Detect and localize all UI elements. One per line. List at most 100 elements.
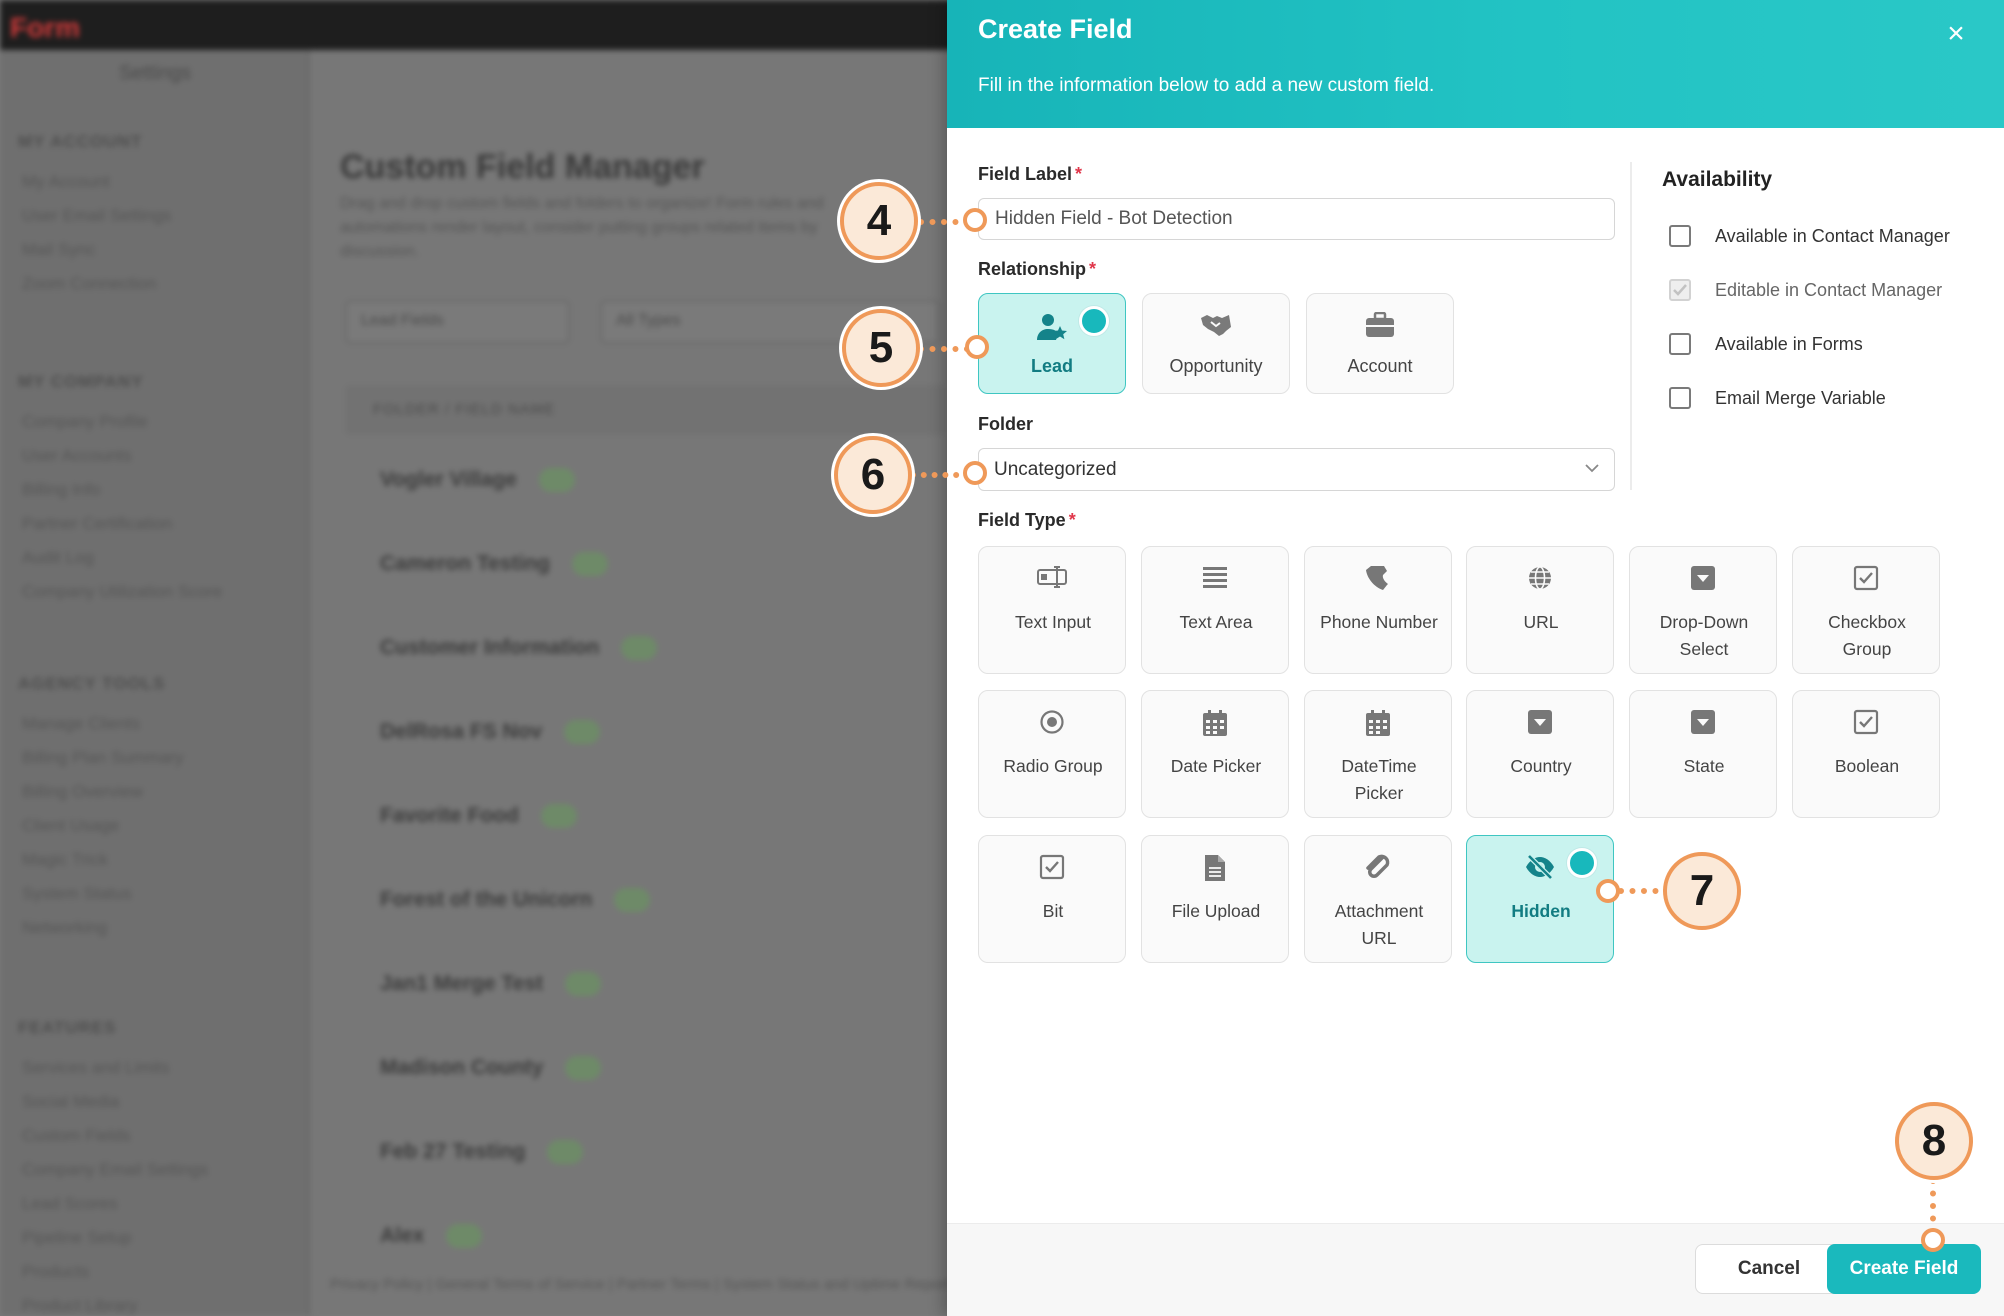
- field-type-text-input[interactable]: Text Input: [978, 546, 1126, 674]
- page-description: Drag and drop custom fields and folders …: [340, 195, 824, 260]
- field-type-drop-down-select[interactable]: Drop-Down Select: [1629, 546, 1777, 674]
- checkbox-label: Email Merge Variable: [1715, 388, 1886, 408]
- field-label-input[interactable]: [978, 198, 1615, 240]
- sidebar-section-title[interactable]: MY ACCOUNT: [18, 132, 142, 152]
- checkbox-label: Editable in Contact Manager: [1715, 280, 1943, 300]
- field-type-radio-group[interactable]: Radio Group: [978, 690, 1126, 818]
- callout-anchor: [963, 208, 987, 232]
- sidebar-link[interactable]: Networking: [22, 918, 107, 938]
- table-row[interactable]: Forest of the Unicorn: [380, 888, 651, 913]
- sidebar-link[interactable]: Social Media: [22, 1092, 119, 1112]
- field-type-text-area[interactable]: Text Area: [1141, 546, 1289, 674]
- sidebar-link[interactable]: Services and Limits: [22, 1058, 169, 1078]
- sidebar-link[interactable]: Custom Fields: [22, 1126, 131, 1146]
- sidebar-link[interactable]: Billing Plan Summary: [22, 748, 184, 768]
- sidebar-link[interactable]: Company Email Settings: [22, 1160, 208, 1180]
- field-type-datetime-picker[interactable]: DateTime Picker: [1304, 690, 1452, 818]
- field-type-boolean[interactable]: Boolean: [1792, 690, 1940, 818]
- sidebar-link[interactable]: Zoom Connection: [22, 274, 156, 294]
- sidebar-link[interactable]: Magic Trick: [22, 850, 108, 870]
- sidebar-link[interactable]: User Accounts: [22, 446, 132, 466]
- row-count-badge: [446, 1224, 483, 1249]
- sidebar-link[interactable]: Partner Certification: [22, 514, 172, 534]
- table-row[interactable]: Feb 27 Testing: [380, 1140, 584, 1165]
- sidebar-link[interactable]: Products: [22, 1262, 89, 1282]
- field-type-attachment-url[interactable]: Attachment URL: [1304, 835, 1452, 963]
- row-folder-name: Alex: [380, 1224, 425, 1247]
- relationship-account[interactable]: Account: [1306, 293, 1454, 394]
- field-type-hidden[interactable]: Hidden: [1466, 835, 1614, 963]
- field-type-url[interactable]: URL: [1466, 546, 1614, 674]
- field-type-label: Boolean: [1834, 756, 1900, 776]
- sidebar-link[interactable]: My Account: [22, 172, 110, 192]
- checkbox-box[interactable]: [1669, 333, 1691, 355]
- app-logo: Form: [10, 12, 80, 43]
- table-row[interactable]: Madison County: [380, 1056, 602, 1081]
- sidebar-link[interactable]: Lead Scores: [22, 1194, 117, 1214]
- lines-icon: [1142, 565, 1288, 595]
- sidebar-link[interactable]: Pipeline Setup: [22, 1228, 132, 1248]
- row-count-badge: [614, 888, 651, 913]
- row-folder-name: Vogler Village: [380, 468, 517, 491]
- folder-select[interactable]: Uncategorized: [978, 448, 1615, 491]
- field-type-phone-number[interactable]: Phone Number: [1304, 546, 1452, 674]
- field-type-file-upload[interactable]: File Upload: [1141, 835, 1289, 963]
- handshake-icon: [1143, 312, 1289, 342]
- sidebar-link[interactable]: Manage Clients: [22, 714, 140, 734]
- sidebar-link[interactable]: Mail Sync: [22, 240, 96, 260]
- table-row[interactable]: Customer Information: [380, 636, 658, 661]
- cancel-button[interactable]: Cancel: [1695, 1244, 1843, 1294]
- field-type-label: Attachment URL: [1334, 901, 1424, 948]
- row-folder-name: DelRosa FS Nov: [380, 720, 543, 743]
- sidebar-link[interactable]: Audit Log: [22, 548, 94, 568]
- relationship-opportunity-label: Opportunity: [1169, 356, 1263, 376]
- checkbox-box[interactable]: [1669, 387, 1691, 409]
- create-field-modal: Create Field Fill in the information bel…: [947, 0, 2004, 1316]
- sidebar-link[interactable]: Company Utilization Score: [22, 582, 222, 602]
- callout-anchor: [965, 335, 989, 359]
- callout-anchor: [1596, 879, 1620, 903]
- sidebar-link[interactable]: User Email Settings: [22, 206, 171, 226]
- sidebar-link[interactable]: Billing Overview: [22, 782, 143, 802]
- callout-connector: [1930, 1178, 1936, 1234]
- field-type-country[interactable]: Country: [1466, 690, 1614, 818]
- relationship-opportunity[interactable]: Opportunity: [1142, 293, 1290, 394]
- relationship-lead[interactable]: Lead: [978, 293, 1126, 394]
- table-row[interactable]: Vogler Village: [380, 468, 575, 493]
- field-type-checkbox-group[interactable]: Checkbox Group: [1792, 546, 1940, 674]
- modal-subtitle: Fill in the information below to add a n…: [978, 75, 1435, 96]
- sidebar-title: Settings: [118, 62, 192, 84]
- checkbox-box[interactable]: [1669, 225, 1691, 247]
- sidebar-section-title[interactable]: AGENCY TOOLS: [18, 674, 165, 694]
- close-icon[interactable]: ×: [1940, 18, 1972, 50]
- table-row[interactable]: Alex: [380, 1224, 483, 1249]
- field-type-label: Field Type *: [978, 510, 1076, 530]
- callout-connector: [918, 346, 970, 352]
- table-row[interactable]: DelRosa FS Nov: [380, 720, 601, 745]
- sidebar-link[interactable]: Product Library: [22, 1296, 137, 1316]
- text-cursor-icon: [979, 565, 1125, 595]
- filter-select-fields[interactable]: Lead Fields: [345, 300, 570, 344]
- row-folder-name: Feb 27 Testing: [380, 1140, 526, 1163]
- column-divider: [1630, 162, 1632, 490]
- sidebar-link[interactable]: Company Profile: [22, 412, 148, 432]
- field-type-label: Date Picker: [1170, 756, 1262, 776]
- field-type-label: Text Area: [1179, 612, 1253, 632]
- field-type-date-picker[interactable]: Date Picker: [1141, 690, 1289, 818]
- table-row[interactable]: Cameron Testing: [380, 552, 608, 577]
- callout-anchor: [1921, 1228, 1945, 1252]
- sidebar-link[interactable]: Billing Info: [22, 480, 100, 500]
- field-type-label: Country: [1510, 756, 1572, 776]
- row-folder-name: Favorite Food: [380, 804, 519, 827]
- sidebar-link[interactable]: Client Usage: [22, 816, 119, 836]
- callout-5: 5: [842, 309, 920, 387]
- create-field-button[interactable]: Create Field: [1827, 1244, 1981, 1294]
- table-row[interactable]: Jan1 Merge Test: [380, 972, 602, 997]
- field-type-state[interactable]: State: [1629, 690, 1777, 818]
- field-type-label: URL: [1523, 612, 1559, 632]
- field-type-bit[interactable]: Bit: [978, 835, 1126, 963]
- table-row[interactable]: Favorite Food: [380, 804, 577, 829]
- sidebar-section-title[interactable]: FEATURES: [18, 1018, 116, 1038]
- sidebar-link[interactable]: System Status: [22, 884, 132, 904]
- sidebar-section-title[interactable]: MY COMPANY: [18, 372, 144, 392]
